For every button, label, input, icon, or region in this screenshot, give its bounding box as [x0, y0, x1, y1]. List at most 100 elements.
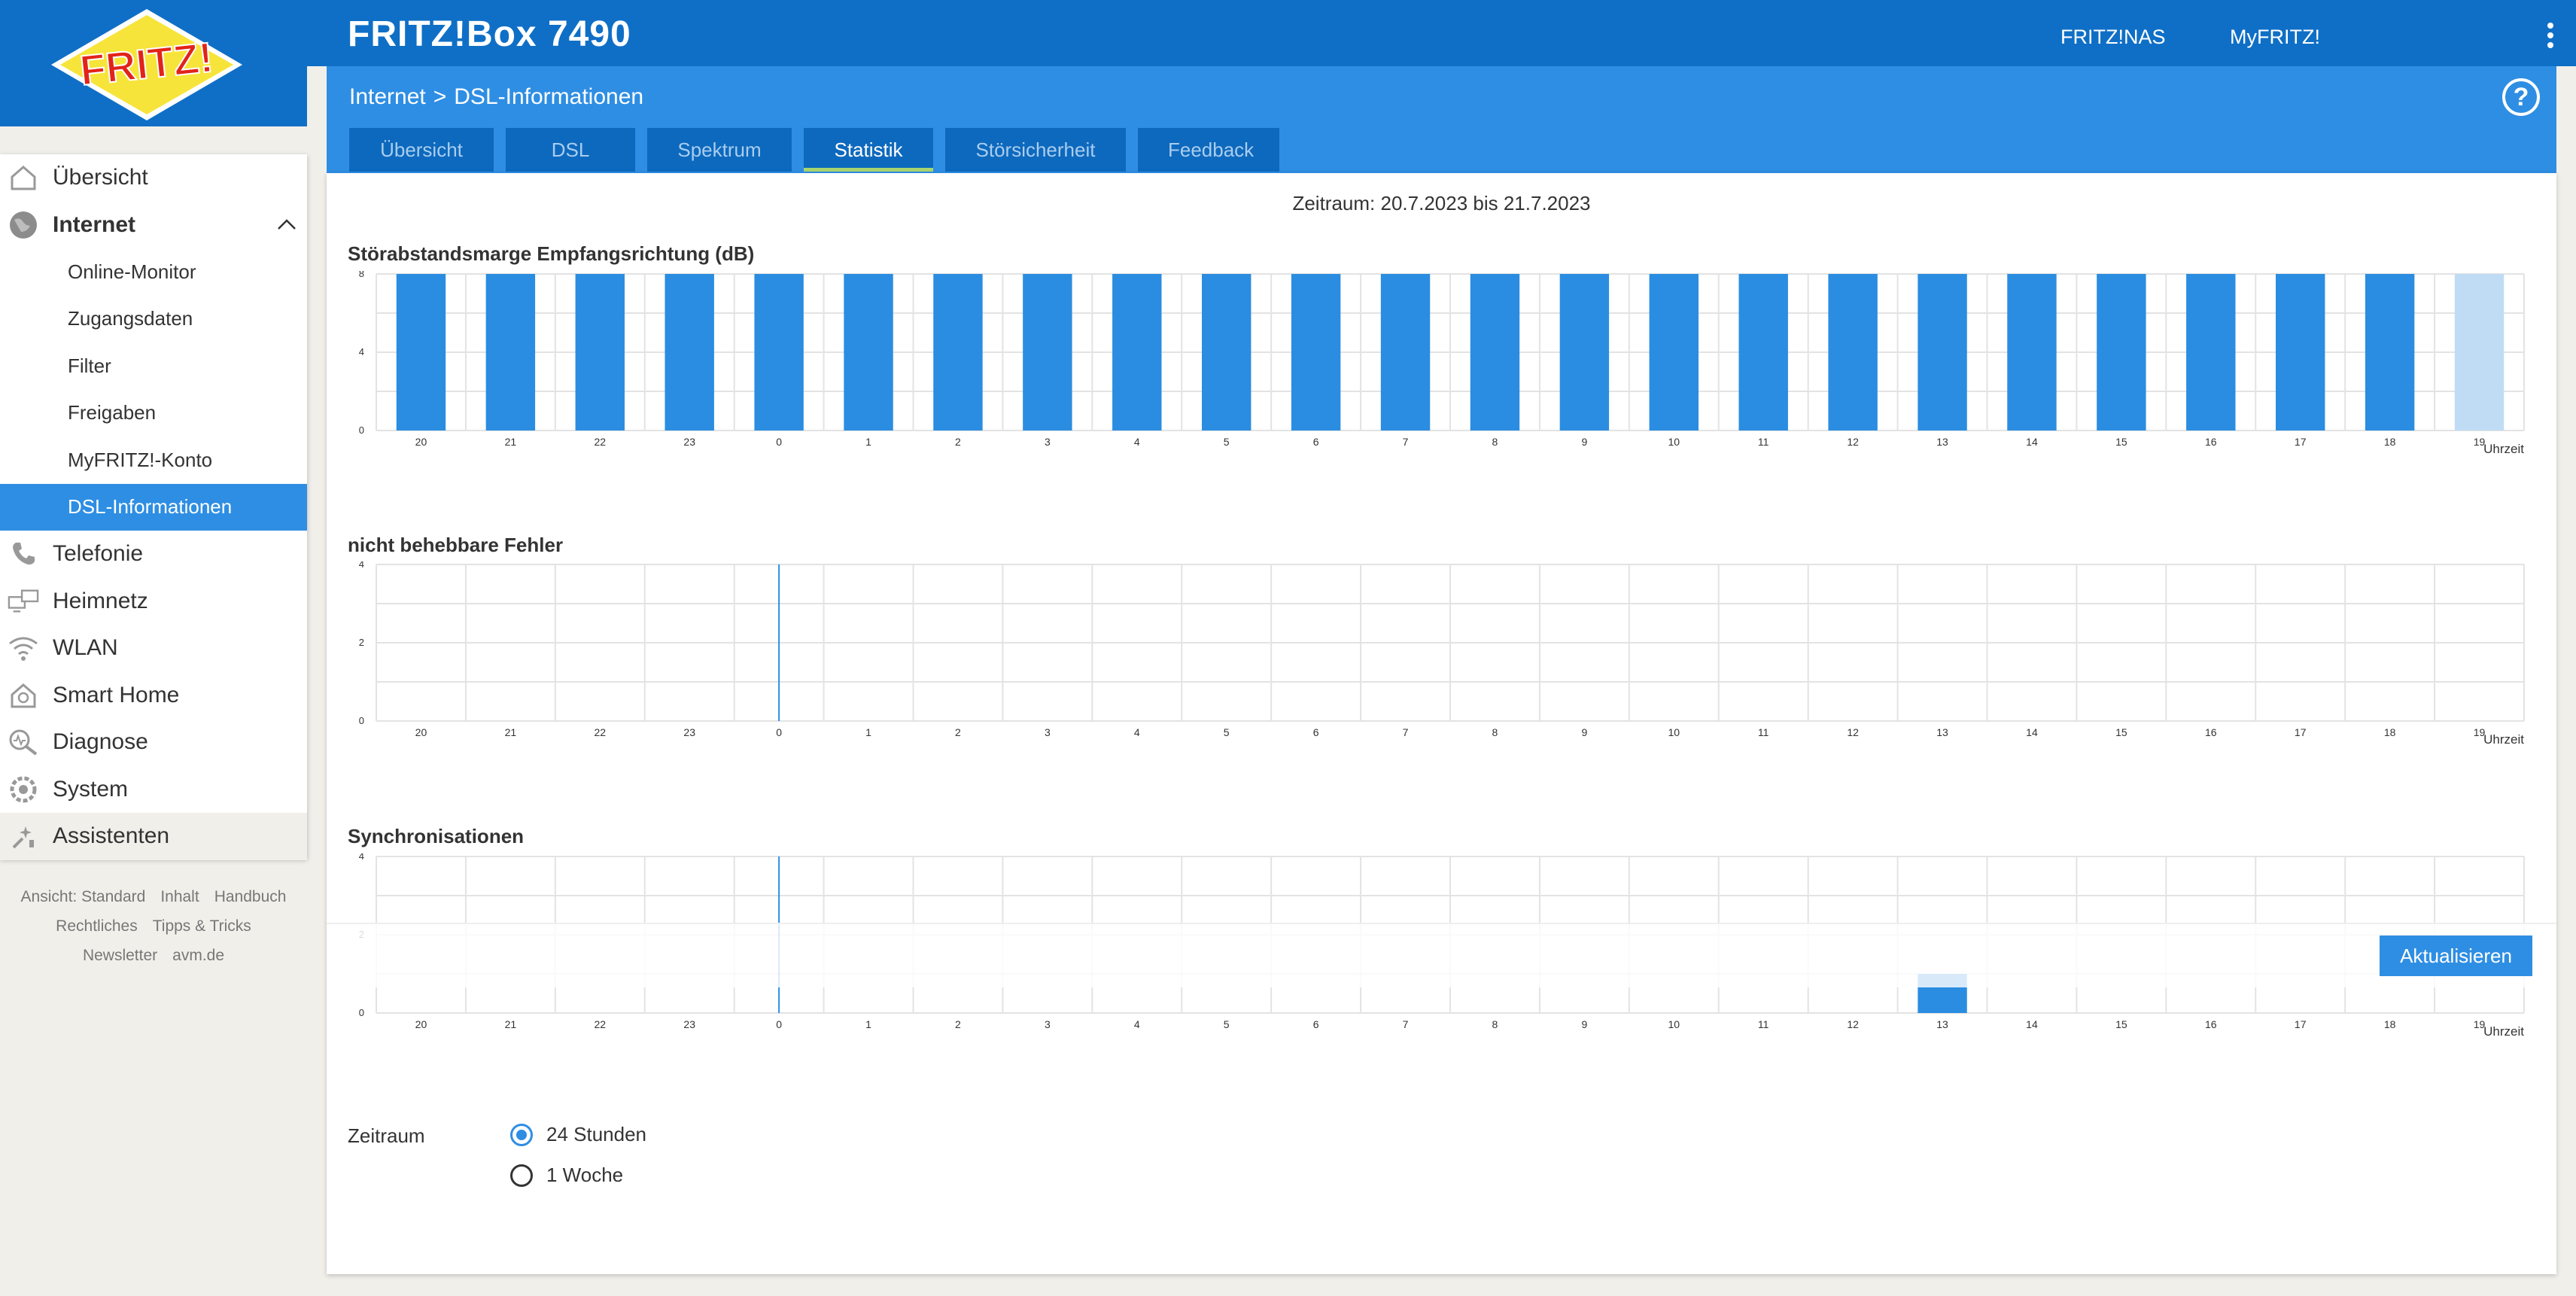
sidebar-subitem-freigaben[interactable]: Freigaben — [0, 390, 307, 437]
bar — [1291, 274, 1341, 430]
wifi-icon — [8, 632, 39, 664]
x-tick-label: 10 — [1668, 1018, 1680, 1030]
x-tick-label: 7 — [1403, 436, 1409, 448]
x-tick-label: 5 — [1224, 436, 1230, 448]
product-title: FRITZ!Box 7490 — [348, 14, 631, 54]
x-tick-label: 0 — [776, 436, 782, 448]
sidebar-item-label: Telefonie — [53, 541, 144, 567]
chart-title-sync: Synchronisationen — [348, 825, 525, 847]
footer-link-avm[interactable]: avm.de — [172, 947, 224, 964]
x-tick-label: 10 — [1668, 436, 1680, 448]
bar — [1202, 274, 1252, 430]
x-tick-label: 6 — [1313, 726, 1319, 738]
radio-label: 1 Woche — [546, 1164, 624, 1186]
refresh-button[interactable]: Aktualisieren — [2380, 935, 2532, 976]
zeitraum-label: Zeitraum — [348, 1124, 425, 1147]
tab-spektrum[interactable]: Spektrum — [647, 128, 792, 172]
footer-link-inhalt[interactable]: Inhalt — [160, 888, 199, 905]
x-tick-label: 13 — [1936, 436, 1948, 448]
x-tick-label: 11 — [1758, 1018, 1769, 1030]
bar — [1112, 274, 1162, 430]
sidebar-subitem-myfritz-konto[interactable]: MyFRITZ!-Konto — [0, 437, 307, 484]
x-tick-label: 20 — [415, 1018, 427, 1030]
breadcrumb-separator: > — [433, 84, 447, 109]
footer-link-tipps[interactable]: Tipps & Tricks — [153, 917, 251, 935]
sidebar-item-smart-home[interactable]: Smart Home — [0, 672, 307, 719]
x-tick-label: 11 — [1758, 726, 1769, 738]
sidebar-subitem-online-monitor[interactable]: Online-Monitor — [0, 248, 307, 296]
tab-dsl[interactable]: DSL — [506, 128, 635, 172]
x-tick-label: 6 — [1313, 436, 1319, 448]
sidebar-item-uebersicht[interactable]: Übersicht — [0, 154, 307, 202]
sidebar-item-wlan[interactable]: WLAN — [0, 625, 307, 672]
bar — [575, 274, 625, 430]
x-tick-label: 7 — [1403, 1018, 1409, 1030]
globe-icon — [8, 209, 39, 241]
fritznas-link[interactable]: FRITZ!NAS — [2060, 26, 2166, 49]
bar — [1470, 274, 1520, 430]
x-tick-label: 17 — [2295, 726, 2307, 738]
y-tick-label: 4 — [359, 853, 364, 862]
bar — [2454, 274, 2505, 430]
chart-title-snr: Störabstandsmarge Empfangsrichtung (dB) — [348, 242, 755, 265]
chevron-up-icon[interactable] — [275, 214, 298, 236]
bar — [396, 274, 446, 430]
x-tick-label: 18 — [2384, 436, 2396, 448]
bar — [1828, 274, 1878, 430]
sidebar-item-system[interactable]: System — [0, 766, 307, 814]
x-tick-label: 16 — [2205, 1018, 2217, 1030]
x-tick-label: 1 — [865, 1018, 871, 1030]
y-tick-label: 8 — [359, 271, 364, 279]
x-tick-label: 7 — [1403, 726, 1409, 738]
fritz-logo[interactable]: FRITZ! — [45, 6, 248, 123]
tab-uebersicht[interactable]: Übersicht — [349, 128, 494, 172]
x-tick-label: 18 — [2384, 1018, 2396, 1030]
tab-feedback[interactable]: Feedback — [1138, 128, 1279, 172]
radio-1-woche[interactable]: 1 Woche — [510, 1164, 623, 1187]
more-menu-icon[interactable] — [2547, 23, 2555, 51]
bar — [1559, 274, 1610, 430]
x-tick-label: 22 — [595, 726, 607, 738]
radio-button[interactable] — [510, 1164, 533, 1187]
sidebar-item-label: Internet — [53, 211, 136, 237]
x-tick-label: 8 — [1492, 1018, 1498, 1030]
sidebar-item-heimnetz[interactable]: Heimnetz — [0, 578, 307, 625]
radio-24-stunden[interactable]: 24 Stunden — [510, 1123, 646, 1146]
sidebar-item-assistenten[interactable]: Assistenten — [0, 813, 307, 860]
radio-label: 24 Stunden — [546, 1123, 647, 1145]
sidebar: Übersicht Internet Online-Monitor Zugang… — [0, 154, 307, 860]
sub-header: Internet > DSL-Informationen ? Übersicht D… — [327, 66, 2556, 173]
sidebar-item-internet[interactable]: Internet — [0, 202, 307, 249]
x-tick-label: 12 — [1847, 1018, 1859, 1030]
myfritz-link[interactable]: MyFRITZ! — [2230, 26, 2320, 49]
x-tick-label: 16 — [2205, 726, 2217, 738]
sidebar-item-diagnose[interactable]: Diagnose — [0, 719, 307, 766]
tab-statistik[interactable]: Statistik — [804, 128, 933, 172]
x-tick-label: 12 — [1847, 726, 1859, 738]
sidebar-subitem-zugangsdaten[interactable]: Zugangsdaten — [0, 296, 307, 343]
radio-button-checked[interactable] — [510, 1123, 533, 1146]
sidebar-item-telefonie[interactable]: Telefonie — [0, 531, 307, 578]
bar — [1918, 274, 1967, 430]
x-tick-label: 5 — [1224, 1018, 1230, 1030]
footer-link-rechtliches[interactable]: Rechtliches — [56, 917, 138, 935]
x-tick-label: 23 — [683, 726, 695, 738]
x-tick-label: 4 — [1134, 436, 1140, 448]
diagnose-icon — [8, 726, 39, 758]
sidebar-subitem-dsl-informationen[interactable]: DSL-Informationen — [0, 483, 307, 531]
x-tick-label: 14 — [2026, 1018, 2038, 1030]
breadcrumb-parent[interactable]: Internet — [349, 84, 426, 109]
home-icon — [8, 162, 39, 193]
chart-errors: 02420 21 22 23 0 1 2 3 4 5 6 7 8 9 10 11 12 13 14 15 16 17 18 1… — [359, 561, 2525, 747]
x-tick-label: 3 — [1045, 1018, 1051, 1030]
footer-link-ansicht[interactable]: Ansicht: Standard — [21, 888, 146, 905]
bar — [1380, 274, 1431, 430]
help-icon[interactable]: ? — [2502, 78, 2540, 116]
tab-stoersicherheit[interactable]: Störsicherheit — [945, 128, 1126, 172]
bar — [844, 274, 893, 430]
sidebar-item-label: WLAN — [53, 635, 118, 661]
footer-link-handbuch[interactable]: Handbuch — [214, 888, 287, 905]
sidebar-subitem-filter[interactable]: Filter — [0, 342, 307, 390]
footer-link-newsletter[interactable]: Newsletter — [83, 947, 157, 964]
x-tick-label: 8 — [1492, 726, 1498, 738]
